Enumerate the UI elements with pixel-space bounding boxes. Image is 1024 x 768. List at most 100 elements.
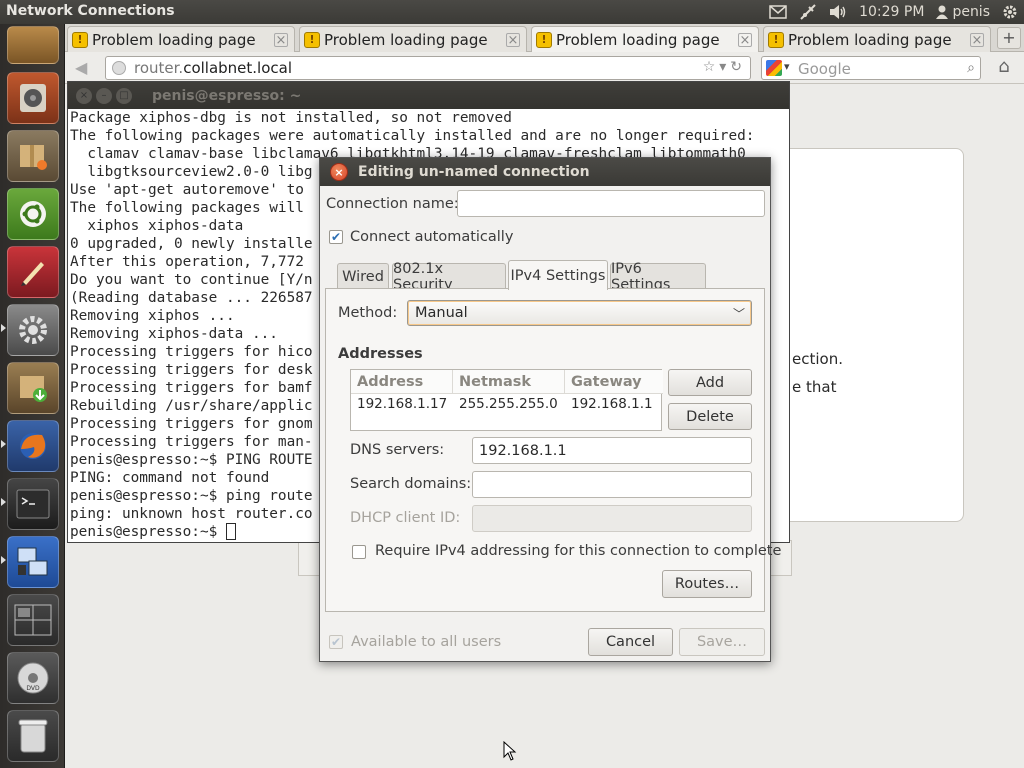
add-button[interactable]: Add [668,369,752,396]
close-icon[interactable]: × [274,32,288,47]
system-tray: 10:29 PM penis [769,2,1018,22]
tab-ipv6-settings[interactable]: IPv6 Settings [610,261,706,293]
dns-servers-field[interactable]: 192.168.1.1 [472,437,752,464]
tab-4[interactable]: ! Problem loading page × [763,26,991,52]
maximize-icon[interactable]: □ [116,87,132,104]
terminal-icon[interactable] [7,478,59,530]
text-editor-icon[interactable] [7,246,59,298]
ubuntu-software-center-icon[interactable] [7,188,59,240]
routes-button[interactable]: Routes… [662,570,752,598]
files-app-icon[interactable] [7,26,59,64]
page-text-fragment: e that [792,378,837,396]
terminal-line: Package xiphos-dbg is not installed, so … [70,110,512,126]
chevron-down-icon[interactable]: ▾ [784,60,790,73]
column-header-gateway[interactable]: Gateway [565,370,663,394]
mouse-pointer-icon [503,741,517,761]
column-header-netmask[interactable]: Netmask [453,370,565,394]
close-icon[interactable]: × [330,163,348,181]
warning-icon: ! [768,31,784,48]
user-menu[interactable]: penis [936,4,990,20]
user-name: penis [952,4,990,20]
available-to-all-users-label: Available to all users [351,634,502,650]
update-manager-icon[interactable] [7,362,59,414]
dns-servers-label: DNS servers: [350,442,445,458]
search-icon[interactable]: ⌕ [967,60,975,76]
column-header-address[interactable]: Address [351,370,453,394]
tab-802-1x-security[interactable]: 802.1x Security [392,261,506,293]
bookmark-star-icon[interactable]: ☆▾↻ [703,59,746,75]
url-text: router.collabnet.local [134,59,293,77]
archive-manager-icon[interactable] [7,130,59,182]
user-icon [936,5,949,19]
trash-icon[interactable] [7,710,59,762]
network-icon[interactable] [799,3,817,21]
terminal-titlebar[interactable]: × – □ penis@espresso: ~ [68,82,789,109]
tab-wired[interactable]: Wired [337,263,389,289]
workspaces-icon[interactable] [7,594,59,646]
back-arrow-icon[interactable]: ◀ [75,58,95,78]
close-icon[interactable]: × [738,32,752,47]
terminal-title: penis@espresso: ~ [152,87,302,104]
tab-1[interactable]: ! Problem loading page × [67,26,295,52]
volume-icon[interactable] [829,4,847,20]
search-domains-field[interactable] [472,471,752,498]
home-icon[interactable]: ⌂ [991,56,1017,80]
netmask-cell[interactable]: 255.255.255.0 [459,396,558,412]
delete-button[interactable]: Delete [668,403,752,430]
gear-icon[interactable] [1002,4,1018,20]
warning-icon: ! [72,31,88,48]
globe-icon [112,61,126,75]
dialog-title: Editing un-named connection [358,164,590,180]
firefox-icon[interactable] [7,420,59,472]
close-icon[interactable]: × [970,32,984,47]
dhcp-client-id-field[interactable] [472,505,752,532]
tab-2[interactable]: ! Problem loading page × [299,26,527,52]
rhythmbox-icon[interactable] [7,72,59,124]
app-title: Network Connections [6,3,175,19]
addresses-table[interactable]: Address Netmask Gateway 192.168.1.17 255… [350,369,663,431]
top-panel: Network Connections 10:29 PM penis [0,0,1024,24]
tab-label: Problem loading page [556,30,720,49]
mail-icon[interactable] [769,5,787,19]
method-dropdown[interactable]: Manual ﹀ [407,300,752,326]
warning-icon: ! [536,31,552,48]
addresses-heading: Addresses [338,346,423,362]
tab-3[interactable]: ! Problem loading page × [531,26,759,52]
tab-strip: ! Problem loading page × ! Problem loadi… [65,24,1024,52]
search-bar[interactable]: ▾ Google ⌕ [761,56,981,80]
dialog-titlebar[interactable]: × Editing un-named connection [320,158,770,186]
connect-automatically-checkbox[interactable]: ✔ [329,230,343,244]
system-settings-icon[interactable] [7,304,59,356]
edit-connection-dialog: × Editing un-named connection Connection… [319,157,781,662]
cancel-button[interactable]: Cancel [588,628,673,656]
google-engine-icon[interactable] [766,60,782,76]
tab-label: Problem loading page [92,30,256,49]
dhcp-client-id-label: DHCP client ID: [350,510,461,526]
require-ipv4-checkbox[interactable] [352,545,366,559]
minimize-icon[interactable]: – [96,87,112,104]
new-tab-button[interactable]: + [997,27,1021,49]
require-ipv4-label: Require IPv4 addressing for this connect… [375,543,782,559]
terminal-prompt: penis@espresso:~$ [70,524,226,540]
terminal-cursor [225,523,236,540]
tab-ipv4-settings[interactable]: IPv4 Settings [508,260,608,290]
workspace-switcher-icon[interactable] [7,536,59,588]
svg-text:DVD: DVD [26,685,40,692]
method-label: Method: [338,305,398,321]
search-placeholder: Google [798,60,851,78]
url-bar[interactable]: router.collabnet.local ☆▾↻ [105,56,751,80]
search-domains-label: Search domains: [350,476,472,492]
close-icon[interactable]: × [506,32,520,47]
tab-label: Problem loading page [324,30,488,49]
connection-name-field[interactable] [457,190,765,217]
dvd-icon[interactable]: DVD [7,652,59,704]
connect-automatically-label: Connect automatically [350,229,514,245]
save-button[interactable]: Save… [679,628,765,656]
address-cell[interactable]: 192.168.1.17 [357,396,447,412]
clock[interactable]: 10:29 PM [859,4,924,20]
method-value: Manual [415,305,468,321]
gateway-cell[interactable]: 192.168.1.1 [571,396,653,412]
available-to-all-users-checkbox[interactable]: ✔ [329,635,343,649]
close-icon[interactable]: × [76,87,92,104]
launcher: DVD [0,24,65,768]
